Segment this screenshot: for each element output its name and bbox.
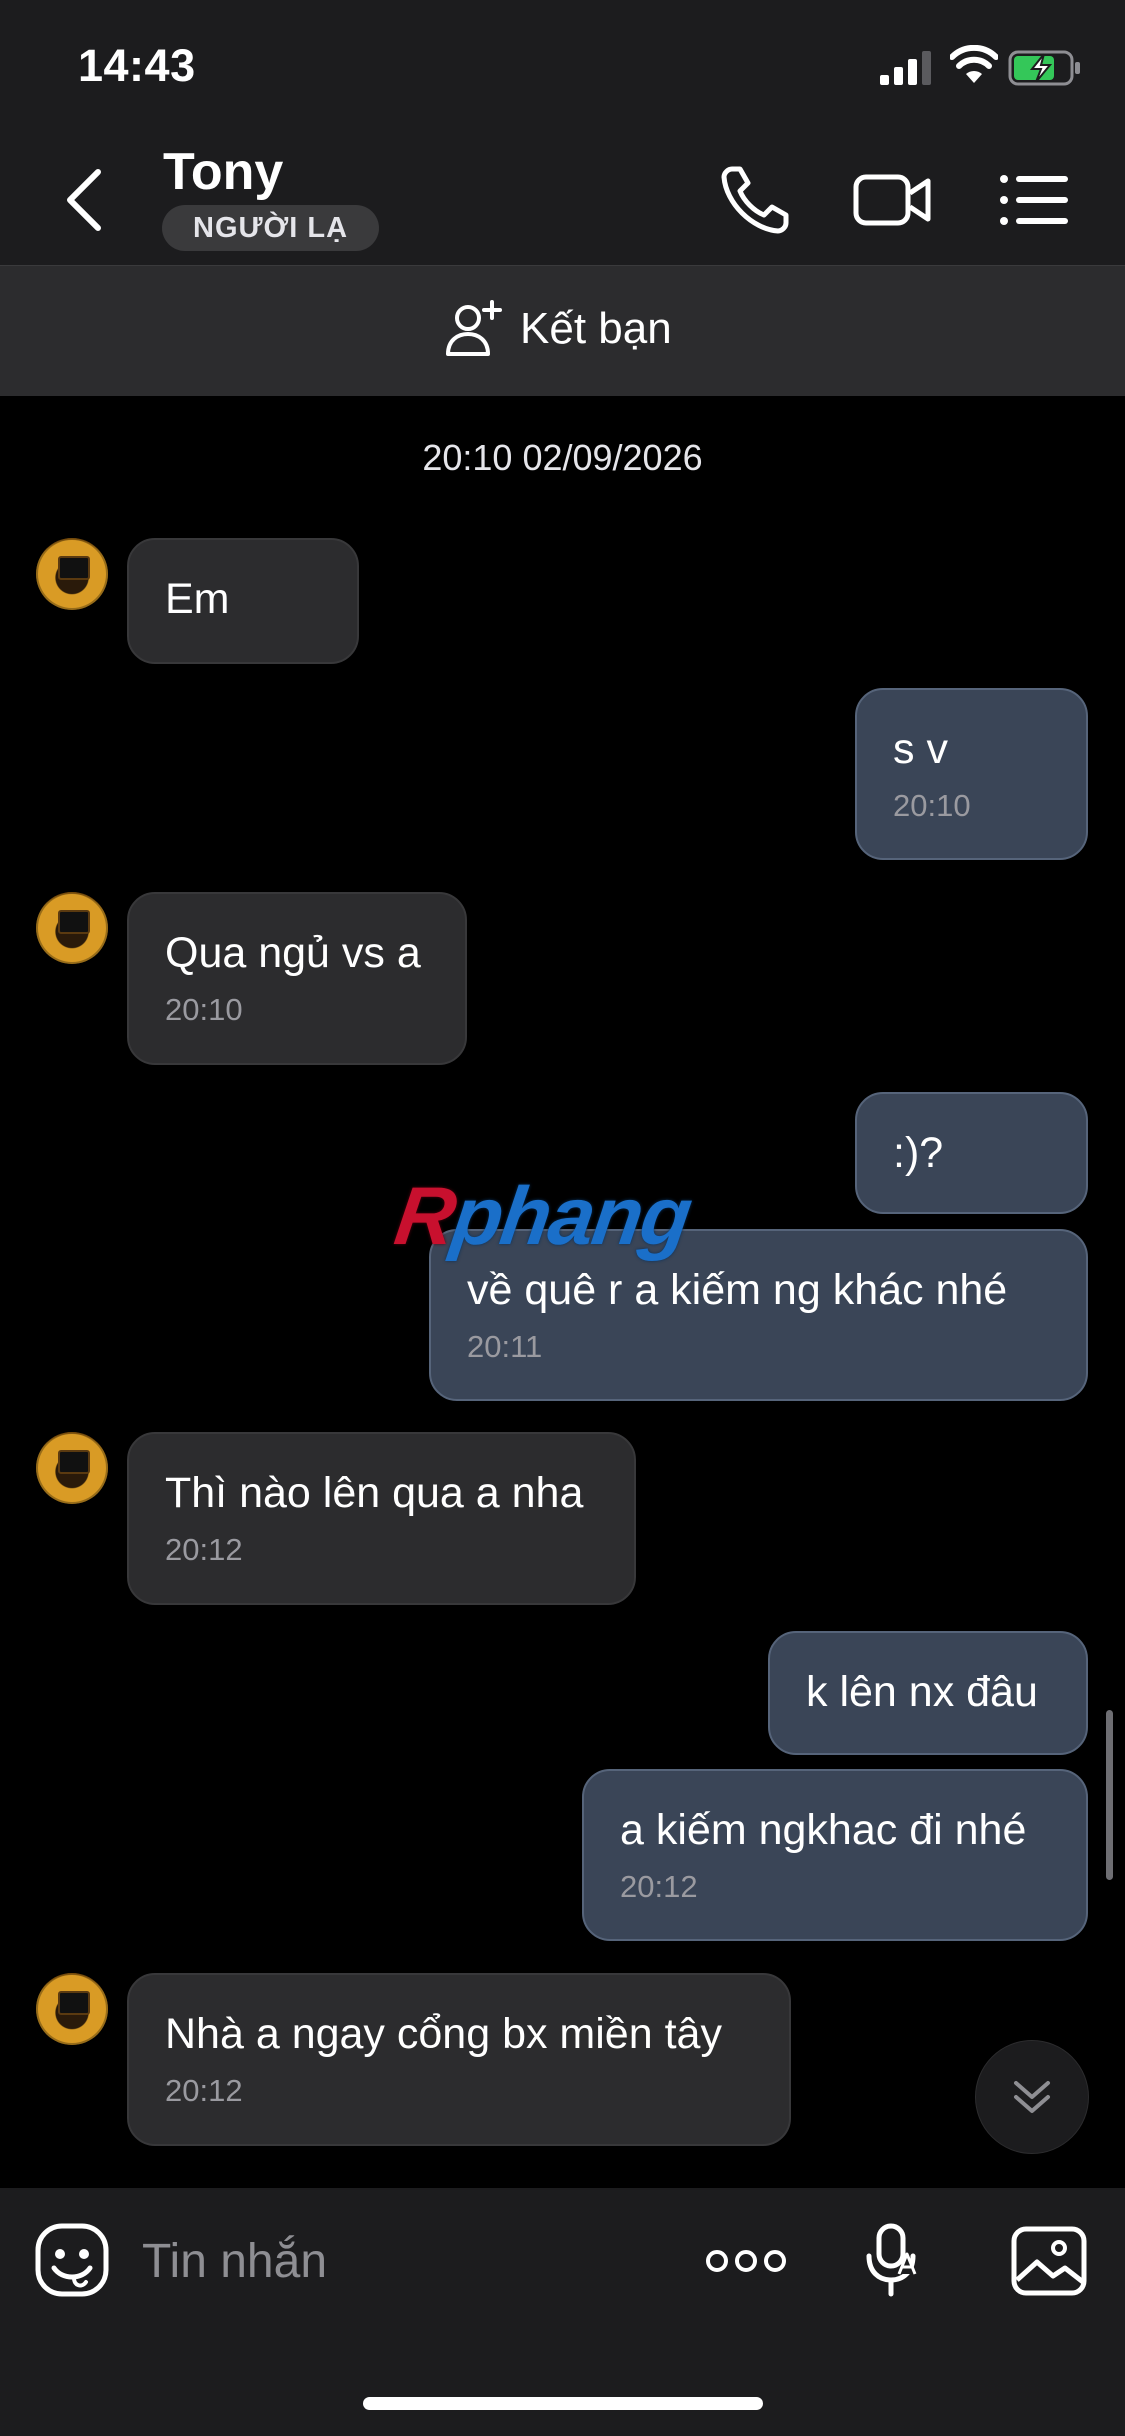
stranger-badge: NGƯỜI LẠ [162, 205, 380, 251]
menu-button[interactable] [998, 165, 1070, 235]
video-call-button[interactable] [852, 165, 932, 235]
message-time: 20:11 [467, 1329, 543, 1364]
chevron-left-icon [67, 169, 101, 231]
contact-name[interactable]: Tony [163, 142, 283, 202]
message-time: 20:12 [165, 1532, 243, 1567]
avatar[interactable] [36, 1973, 108, 2045]
wifi-icon [950, 45, 998, 83]
message-text: Qua ngủ vs a [165, 929, 421, 977]
message-bubble-incoming[interactable]: Em [127, 538, 359, 664]
message-text: Nhà a ngay cổng bx miền tây [165, 2010, 722, 2058]
microphone-icon [866, 2223, 917, 2297]
phone-icon [721, 166, 789, 234]
message-time: 20:10 [893, 788, 971, 823]
message-bubble-incoming[interactable]: Nhà a ngay cổng bx miền tây 20:12 [127, 1973, 791, 2146]
add-user-icon [446, 300, 502, 356]
send-image-button[interactable] [1011, 2226, 1087, 2296]
message-time: 20:12 [620, 1869, 698, 1904]
message-input[interactable]: Tin nhắn [142, 2234, 327, 2289]
scrollbar[interactable] [1106, 1710, 1113, 1880]
message-bubble-outgoing[interactable]: s v 20:10 [855, 688, 1088, 860]
image-icon [1011, 2226, 1087, 2296]
video-camera-icon [853, 174, 931, 226]
message-text: Thì nào lên qua a nha [165, 1469, 584, 1517]
message-time: 20:10 [165, 992, 243, 1027]
call-button[interactable] [718, 163, 792, 237]
status-clock: 14:43 [78, 40, 196, 91]
watermark-logo: Rphang [389, 1170, 696, 1264]
message-text: Em [165, 575, 230, 623]
more-options-button[interactable] [705, 2236, 787, 2286]
home-indicator[interactable] [363, 2397, 763, 2410]
emoji-button[interactable] [34, 2222, 110, 2298]
message-text: a kiếm ngkhac đi nhé [620, 1806, 1027, 1854]
message-time: 20:12 [165, 2073, 243, 2108]
message-bubble-incoming[interactable]: Qua ngủ vs a 20:10 [127, 892, 467, 1065]
date-separator: 20:10 02/09/2026 [422, 437, 703, 478]
list-icon [1000, 175, 1068, 225]
add-friend-button[interactable]: Kết bạn [520, 304, 672, 354]
message-text: về quê r a kiếm ng khác nhé [467, 1266, 1008, 1314]
avatar[interactable] [36, 538, 108, 610]
voice-to-text-button[interactable] [865, 2222, 921, 2298]
message-bubble-outgoing[interactable]: :)? [855, 1092, 1088, 1214]
message-bubble-outgoing[interactable]: a kiếm ngkhac đi nhé 20:12 [582, 1769, 1088, 1941]
battery-charging-icon [1008, 50, 1080, 86]
double-chevron-down-icon [1014, 2081, 1050, 2113]
sticker-icon [35, 2223, 109, 2297]
watermark-part: phang [446, 1171, 696, 1262]
message-text: :)? [893, 1129, 944, 1177]
scroll-down-button[interactable] [975, 2040, 1089, 2154]
ellipsis-icon [706, 2250, 786, 2272]
back-button[interactable] [56, 160, 116, 240]
cellular-signal-icon [880, 51, 931, 85]
avatar[interactable] [36, 1432, 108, 1504]
message-text: k lên nx đâu [806, 1668, 1038, 1716]
avatar[interactable] [36, 892, 108, 964]
message-text: s v [893, 725, 948, 773]
message-bubble-outgoing[interactable]: k lên nx đâu [768, 1631, 1088, 1755]
message-bubble-incoming[interactable]: Thì nào lên qua a nha 20:12 [127, 1432, 636, 1605]
